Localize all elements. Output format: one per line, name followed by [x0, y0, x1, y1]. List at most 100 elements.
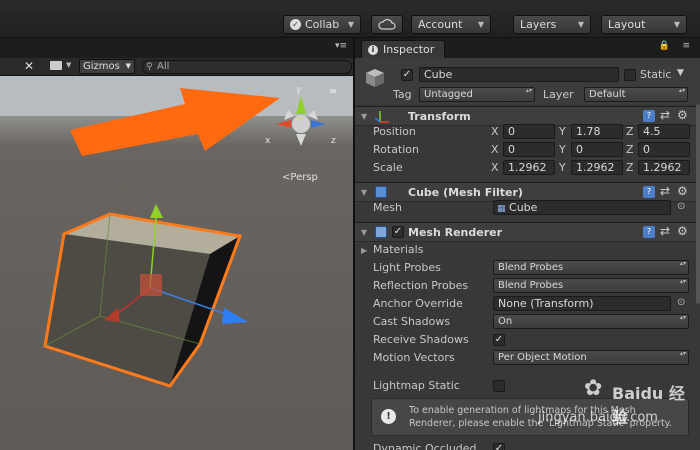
- mesh-renderer-title: Mesh Renderer: [408, 226, 503, 239]
- tools-icon[interactable]: ✕: [24, 59, 34, 73]
- rotation-z-field[interactable]: 0: [638, 142, 690, 157]
- layers-dropdown[interactable]: Layers ▼: [513, 15, 591, 34]
- scale-z-field[interactable]: 1.2962: [638, 160, 690, 175]
- y-axis-handle: [150, 204, 163, 218]
- preset-icon[interactable]: ⇄: [660, 224, 670, 238]
- lightmap-static-checkbox[interactable]: [493, 380, 505, 392]
- gizmos-dropdown[interactable]: Gizmos ▼: [79, 59, 135, 74]
- position-x-label: X: [491, 125, 499, 138]
- preset-icon[interactable]: ⇄: [660, 184, 670, 198]
- position-y-field[interactable]: 1.78: [571, 124, 623, 139]
- materials-label[interactable]: Materials: [373, 243, 423, 256]
- account-label: Account: [418, 18, 463, 31]
- transform-icon: [374, 111, 389, 123]
- mesh-filter-title: Cube (Mesh Filter): [408, 186, 523, 199]
- check-circle-icon: ✓: [290, 19, 301, 30]
- reflection-probes-dropdown[interactable]: Blend Probes: [493, 278, 689, 293]
- mesh-field[interactable]: ▦ Cube: [493, 200, 671, 215]
- light-probes-label: Light Probes: [373, 261, 441, 274]
- gear-icon[interactable]: ⚙: [677, 184, 688, 198]
- scale-y-field[interactable]: 1.2962: [571, 160, 623, 175]
- search-input[interactable]: ⚲ All: [142, 60, 352, 74]
- gizmo-axis-y: y: [296, 85, 302, 95]
- tag-label: Tag: [393, 88, 412, 101]
- account-dropdown[interactable]: Account ▼: [411, 15, 491, 34]
- rotation-y-field[interactable]: 0: [571, 142, 623, 157]
- panel-menu-icon[interactable]: ▾≡: [335, 41, 347, 51]
- collab-label: Collab: [305, 18, 340, 31]
- motion-vectors-label: Motion Vectors: [373, 351, 455, 364]
- light-probes-dropdown[interactable]: Blend Probes: [493, 260, 689, 275]
- position-z-field[interactable]: 4.5: [638, 124, 690, 139]
- chevron-down-icon: ▼: [577, 20, 584, 29]
- static-checkbox[interactable]: [624, 69, 636, 81]
- mesh-filter-header[interactable]: ▼ Cube (Mesh Filter) ? ⇄ ⚙: [355, 182, 700, 202]
- dynamic-occluded-checkbox[interactable]: ✓: [493, 443, 505, 450]
- panel-menu-icon[interactable]: ≡: [682, 41, 690, 51]
- camera-icon[interactable]: [50, 61, 62, 70]
- scale-label: Scale: [373, 161, 403, 174]
- scene-toolbar: ✕ ▼ Gizmos ▼ ⚲ All: [0, 58, 353, 76]
- cloud-button[interactable]: [371, 15, 403, 34]
- object-header: ✓ Cube Static ▼ Tag Untagged Layer Defau…: [355, 58, 700, 104]
- cast-shadows-dropdown[interactable]: On: [493, 314, 689, 329]
- scene-viewport[interactable]: y x z <Persp: [0, 76, 353, 450]
- chevron-down-icon[interactable]: ▼: [677, 68, 684, 78]
- gear-icon[interactable]: ⚙: [677, 224, 688, 238]
- transform-header[interactable]: ▼ Transform ? ⇄ ⚙: [355, 106, 700, 126]
- z-axis-handle: [222, 308, 248, 324]
- layout-dropdown[interactable]: Layout ▼: [601, 15, 687, 34]
- receive-shadows-checkbox[interactable]: ✓: [493, 334, 505, 346]
- foldout-arrow-icon[interactable]: ▼: [361, 188, 367, 197]
- chevron-down-icon: ▼: [673, 20, 680, 29]
- anchor-override-field[interactable]: None (Transform): [493, 296, 671, 311]
- scene-canvas: y x z <Persp: [0, 76, 353, 388]
- scrollbar[interactable]: [696, 104, 700, 304]
- scale-x-label: X: [491, 161, 499, 174]
- cube-object[interactable]: [43, 212, 243, 388]
- info-icon: i: [368, 44, 378, 55]
- mesh-renderer-header[interactable]: ▼ ✓ Mesh Renderer ? ⇄ ⚙: [355, 222, 700, 242]
- object-name-field[interactable]: Cube: [419, 67, 619, 82]
- position-z-label: Z: [626, 125, 634, 138]
- dynamic-occluded-label: Dynamic Occluded: [373, 442, 477, 450]
- main-toolbar: ✓ Collab ▼ Account ▼ Layers ▼ Layout ▼: [0, 0, 700, 38]
- preset-icon[interactable]: ⇄: [660, 108, 670, 122]
- gizmo-axis-z: z: [331, 136, 336, 146]
- active-checkbox[interactable]: ✓: [401, 69, 413, 81]
- foldout-arrow-icon[interactable]: ▼: [361, 112, 367, 121]
- motion-vectors-dropdown[interactable]: Per Object Motion: [493, 350, 689, 365]
- mesh-renderer-enabled-checkbox[interactable]: ✓: [392, 226, 404, 238]
- gear-icon[interactable]: ⚙: [677, 108, 688, 122]
- layers-label: Layers: [520, 18, 557, 31]
- layout-label: Layout: [608, 18, 646, 31]
- tab-inspector[interactable]: i Inspector: [361, 40, 445, 58]
- lock-icon[interactable]: 🔒: [659, 41, 670, 51]
- help-icon[interactable]: ?: [643, 110, 655, 122]
- object-picker-icon[interactable]: ⊙: [677, 297, 685, 308]
- tag-dropdown[interactable]: Untagged: [419, 87, 535, 102]
- rotation-label: Rotation: [373, 143, 420, 156]
- chevron-down-icon: ▼: [125, 62, 131, 70]
- rotation-x-field[interactable]: 0: [503, 142, 555, 157]
- gizmos-label: Gizmos: [83, 61, 120, 72]
- mesh-asset-icon: ▦: [497, 204, 506, 214]
- scale-z-label: Z: [626, 161, 634, 174]
- reflection-probes-label: Reflection Probes: [373, 279, 469, 292]
- mesh-renderer-icon: [375, 226, 387, 238]
- position-x-field[interactable]: 0: [503, 124, 555, 139]
- transform-title: Transform: [408, 110, 471, 123]
- persp-label[interactable]: <Persp: [282, 172, 318, 183]
- collab-button[interactable]: ✓ Collab ▼: [283, 15, 361, 34]
- foldout-arrow-icon[interactable]: ▶: [361, 246, 367, 255]
- cast-shadows-label: Cast Shadows: [373, 315, 451, 328]
- lightmap-static-label: Lightmap Static: [373, 379, 460, 392]
- layer-dropdown[interactable]: Default: [584, 87, 688, 102]
- receive-shadows-label: Receive Shadows: [373, 333, 469, 346]
- foldout-arrow-icon[interactable]: ▼: [361, 228, 367, 237]
- object-picker-icon[interactable]: ⊙: [677, 201, 685, 212]
- help-icon[interactable]: ?: [643, 186, 655, 198]
- lock-icon[interactable]: [330, 89, 336, 93]
- scale-x-field[interactable]: 1.2962: [503, 160, 555, 175]
- help-icon[interactable]: ?: [643, 226, 655, 238]
